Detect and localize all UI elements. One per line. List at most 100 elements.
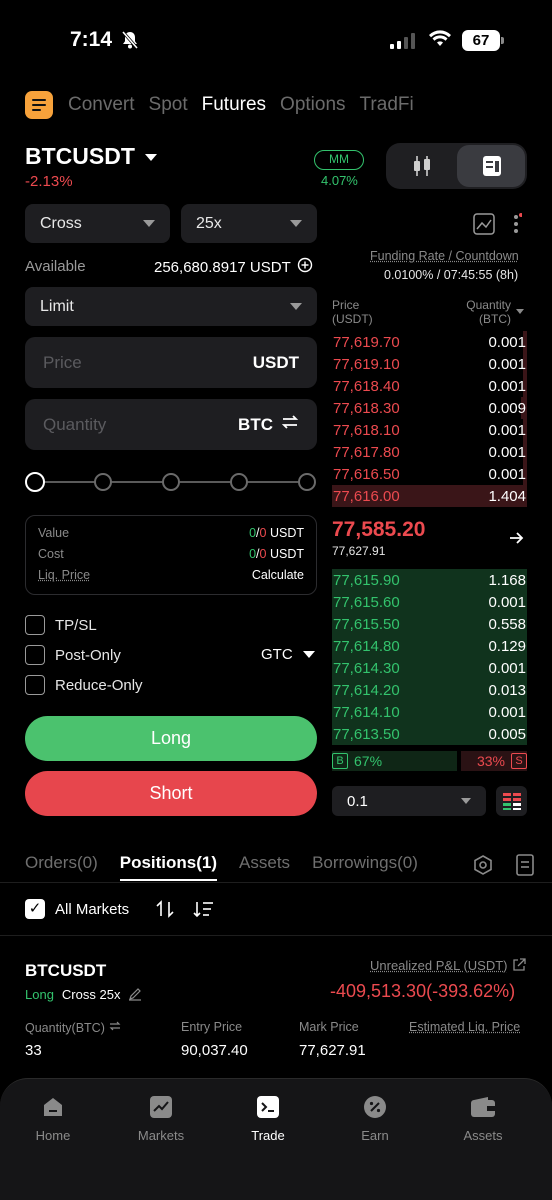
share-icon[interactable] [512,958,526,977]
slider-dot-0[interactable] [25,472,45,492]
available-label: Available [25,258,86,275]
ask-quantity: 0.001 [488,377,526,395]
time-in-force-select[interactable]: GTC [261,646,315,663]
margin-mode-select[interactable]: Cross [25,204,170,243]
quantity-input[interactable]: Quantity BTC [25,399,317,450]
add-funds-icon[interactable] [297,257,313,277]
arrow-right-icon[interactable] [508,530,524,551]
ask-row[interactable]: 77,618.40 0.001 [332,375,527,397]
bid-quantity: 0.001 [488,593,526,611]
view-toggle[interactable] [386,143,527,189]
ask-price: 77,616.00 [333,487,400,505]
slider-dot-100[interactable] [298,473,316,491]
ask-price: 77,618.10 [333,421,400,439]
slider-dot-50[interactable] [162,473,180,491]
order-type-select[interactable]: Limit [25,287,317,326]
mm-badge[interactable]: MM [314,150,364,170]
tabbar-markets[interactable]: Markets [116,1094,206,1143]
nav-convert[interactable]: Convert [68,94,135,116]
ask-row[interactable]: 77,619.10 0.001 [332,353,527,375]
tabs-divider [0,882,552,883]
bid-row[interactable]: 77,614.80 0.129 [332,635,527,657]
checkbox-icon[interactable] [25,675,45,695]
quantity-slider[interactable] [25,472,317,492]
menu-logo-icon[interactable] [25,91,53,119]
more-menu-icon[interactable] [512,213,523,240]
bid-row[interactable]: 77,614.20 0.013 [332,679,527,701]
tab-positions[interactable]: Positions(1) [119,853,218,881]
tab-borrowings[interactable]: Borrowings(0) [312,853,418,881]
reduce-only-checkbox[interactable]: Reduce-Only [25,675,143,695]
tabbar-earn[interactable]: Earn [330,1094,420,1143]
slider-dot-25[interactable] [94,473,112,491]
tpsl-checkbox[interactable]: TP/SL [25,615,97,635]
checkbox-icon[interactable] [25,645,45,665]
edit-icon[interactable] [128,987,142,1004]
nav-tradfi[interactable]: TradFi [360,94,414,116]
candlestick-icon[interactable] [412,154,432,183]
last-price: 77,585.20 [332,518,426,541]
nav-spot[interactable]: Spot [149,94,188,116]
bid-row[interactable]: 77,614.30 0.001 [332,657,527,679]
ask-row[interactable]: 77,619.70 0.001 [332,331,527,353]
funding-label[interactable]: Funding Rate / Countdown [370,249,519,263]
bid-price: 77,614.80 [333,637,400,655]
ask-quantity: 0.009 [488,399,526,417]
calculate-link[interactable]: Calculate [252,568,304,589]
markets-chart-icon [148,1094,174,1120]
price-header: Price [332,298,360,312]
bid-row[interactable]: 77,613.50 0.005 [332,723,527,745]
ask-quantity: 1.404 [488,487,526,505]
ask-price: 77,618.30 [333,399,400,417]
available-value: 256,680.8917 USDT [154,258,291,276]
nav-futures[interactable]: Futures [202,94,266,116]
depth-step-select[interactable]: 0.1 [332,786,486,816]
all-markets-checkbox[interactable]: ✓ All Markets [25,899,129,919]
tab-assets[interactable]: Assets [239,853,290,881]
position-symbol[interactable]: BTCUSDT [25,961,106,981]
slider-dot-75[interactable] [230,473,248,491]
price-input[interactable]: Price USDT [25,337,317,388]
sort-icon[interactable] [155,899,175,924]
tabbar-home[interactable]: Home [8,1094,98,1143]
filter-list-icon[interactable] [193,899,215,924]
trade-icon [255,1094,281,1120]
short-button[interactable]: Short [25,771,317,816]
symbol-selector[interactable]: BTCUSDT [25,143,157,170]
unrealized-pnl-label[interactable]: Unrealized P&L (USDT) [370,958,508,973]
checkbox-icon[interactable] [25,615,45,635]
ask-quantity: 0.001 [488,333,526,351]
document-icon[interactable] [516,854,534,881]
swap-unit-icon[interactable] [281,414,299,435]
chevron-down-icon [290,303,302,310]
ask-row[interactable]: 77,618.30 0.009 [332,397,527,419]
mark-price: 77,627.91 [332,544,386,558]
cost-long: 0 [249,547,257,561]
swap-icon[interactable] [109,1020,121,1035]
tab-orders[interactable]: Orders(0) [25,853,98,881]
ask-row[interactable]: 77,616.50 0.001 [332,463,527,485]
ask-row[interactable]: 77,617.80 0.001 [332,441,527,463]
chart-icon[interactable] [473,213,495,240]
ask-quantity: 0.001 [488,465,526,483]
home-icon [40,1094,66,1120]
leverage-select[interactable]: 25x [181,204,317,243]
value-long: 0 [249,526,257,540]
bid-row[interactable]: 77,615.90 1.168 [332,569,527,591]
bid-row[interactable]: 77,614.10 0.001 [332,701,527,723]
tabbar-trade[interactable]: Trade [223,1094,313,1143]
bid-row[interactable]: 77,615.60 0.001 [332,591,527,613]
orderbook-layout-icon[interactable] [496,786,527,816]
checkmark-icon[interactable]: ✓ [25,899,45,919]
ask-row[interactable]: 77,618.10 0.001 [332,419,527,441]
tabbar-assets[interactable]: Assets [438,1094,528,1143]
order-form-icon[interactable] [482,155,502,182]
ask-row[interactable]: 77,616.00 1.404 [332,485,527,507]
bid-row[interactable]: 77,615.50 0.558 [332,613,527,635]
chevron-down-icon[interactable] [516,309,524,314]
cost-short: 0 [259,547,267,561]
long-button[interactable]: Long [25,716,317,761]
nav-options[interactable]: Options [280,94,345,116]
post-only-checkbox[interactable]: Post-Only [25,645,121,665]
hexagon-settings-icon[interactable] [472,854,494,881]
